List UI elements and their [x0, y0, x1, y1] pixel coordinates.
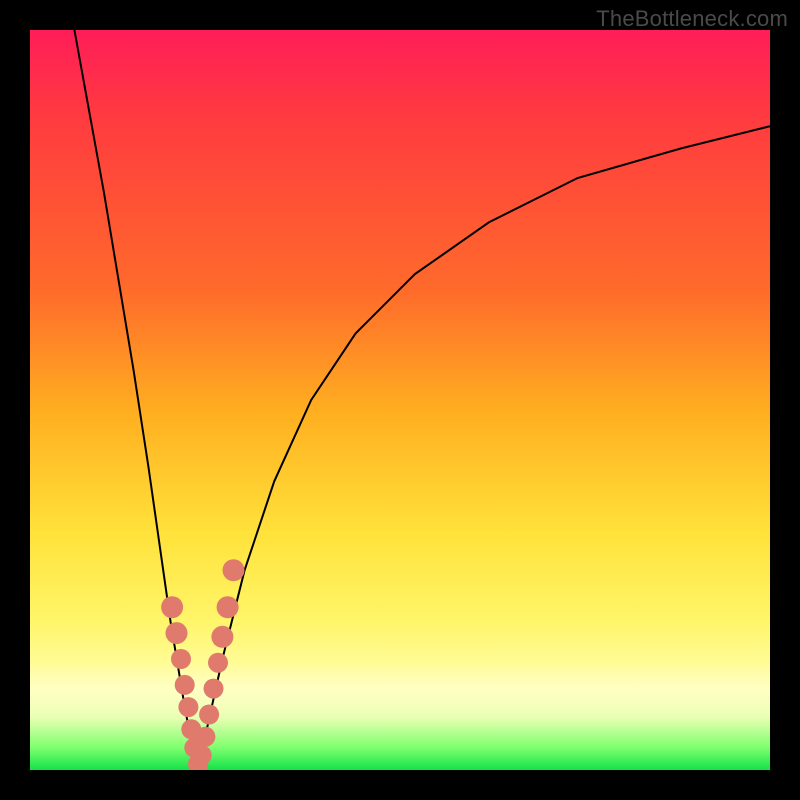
chart-frame: TheBottleneck.com: [0, 0, 800, 800]
bead-marker: [161, 596, 183, 618]
chart-svg: [30, 30, 770, 770]
curve-right-branch: [198, 126, 770, 770]
plot-area: [30, 30, 770, 770]
bead-marker: [217, 596, 239, 618]
bead-marker: [199, 705, 219, 725]
bead-marker: [175, 675, 195, 695]
bead-cluster: [161, 559, 244, 770]
bead-marker: [166, 622, 188, 644]
bead-marker: [204, 679, 224, 699]
bead-marker: [178, 697, 198, 717]
bead-marker: [211, 626, 233, 648]
bead-marker: [208, 653, 228, 673]
watermark-text: TheBottleneck.com: [596, 6, 788, 32]
bead-marker: [195, 727, 215, 747]
bead-marker: [192, 745, 212, 765]
bead-marker: [171, 649, 191, 669]
bead-marker: [223, 559, 245, 581]
